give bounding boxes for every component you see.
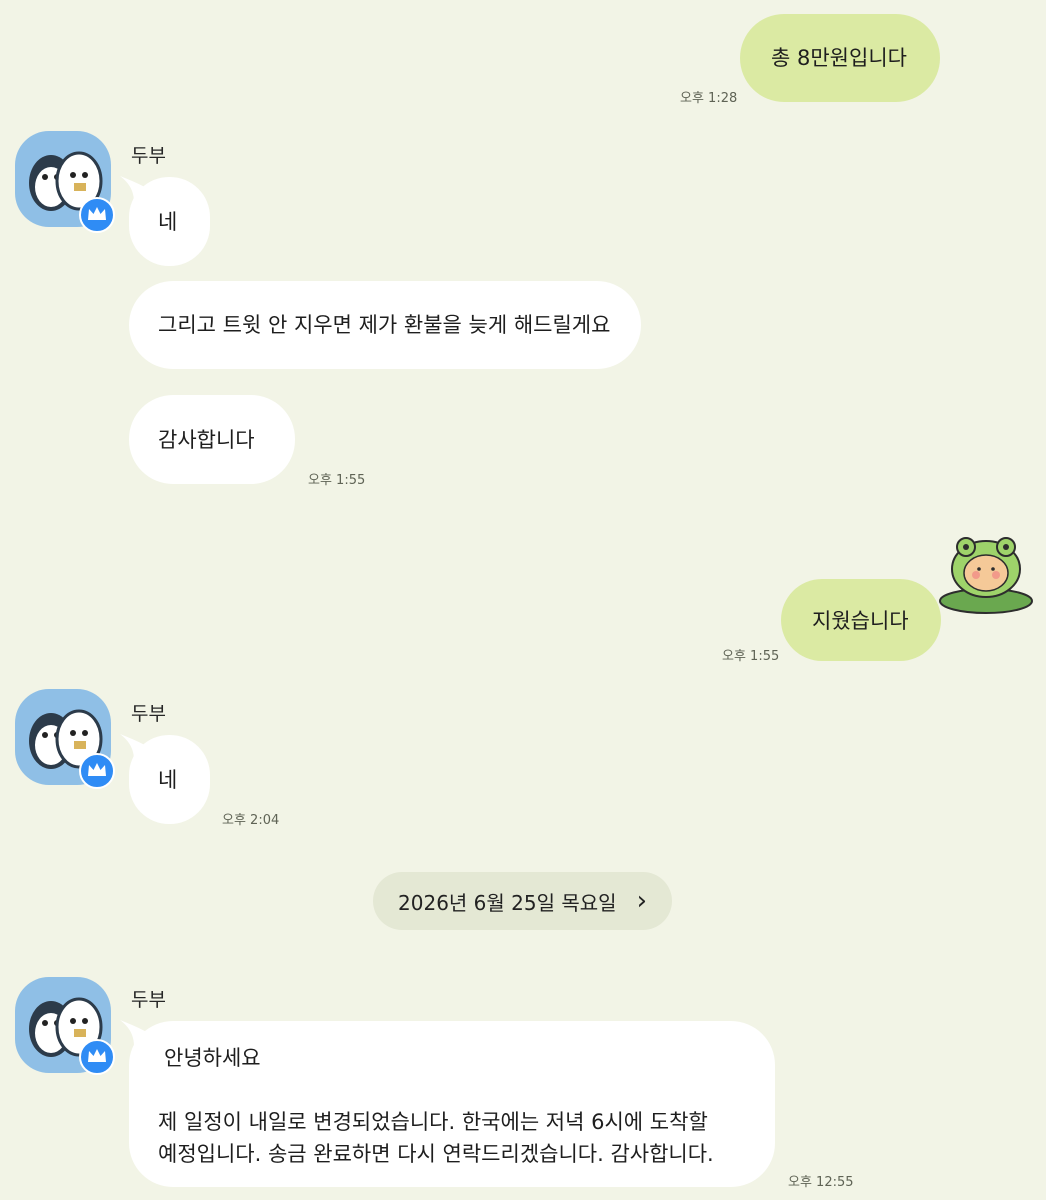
- message-text: 총 8만원입니다: [771, 46, 907, 70]
- frog-hood-bear-sticker-icon: [939, 537, 1033, 614]
- message-time: 오후 1:55: [722, 649, 780, 664]
- sender-avatar[interactable]: [15, 689, 115, 789]
- incoming-message-bubble[interactable]: 네: [129, 735, 210, 824]
- incoming-message-bubble[interactable]: 네: [129, 177, 210, 266]
- sender-name: 두부: [131, 989, 166, 1011]
- message-time: 오후 12:55: [788, 1175, 854, 1190]
- message-text: 네: [158, 768, 178, 792]
- message-text: 그리고 트윗 안 지우면 제가 환불을 늦게 해드릴게요: [158, 313, 611, 337]
- message-text: 네: [158, 210, 178, 234]
- message-time: 오후 2:04: [222, 813, 280, 828]
- sender-avatar[interactable]: [15, 977, 115, 1075]
- message-line: 안녕하세요: [164, 1046, 261, 1070]
- outgoing-message-bubble[interactable]: 지웠습니다: [781, 579, 941, 661]
- message-time: 오후 1:55: [308, 473, 366, 488]
- date-divider[interactable]: 2026년 6월 25일 목요일 ›: [373, 872, 672, 930]
- chevron-right-icon: ›: [636, 886, 647, 916]
- incoming-message-bubble[interactable]: 그리고 트윗 안 지우면 제가 환불을 늦게 해드릴게요: [129, 281, 641, 369]
- message-line: 예정입니다. 송금 완료하면 다시 연락드리겠습니다. 감사합니다.: [158, 1142, 714, 1166]
- message-text: 감사합니다: [158, 428, 255, 452]
- sender-name: 두부: [131, 703, 166, 725]
- incoming-message-bubble[interactable]: 안녕하세요 제 일정이 내일로 변경되었습니다. 한국에는 저녁 6시에 도착할…: [129, 1021, 775, 1187]
- message-text: 지웠습니다: [812, 609, 909, 633]
- sender-name: 두부: [131, 145, 166, 167]
- crown-icon: [79, 753, 115, 789]
- crown-icon: [79, 1039, 115, 1075]
- outgoing-message-bubble[interactable]: 총 8만원입니다: [740, 14, 940, 102]
- date-label: 2026년 6월 25일 목요일: [398, 890, 617, 915]
- message-line: 제 일정이 내일로 변경되었습니다. 한국에는 저녁 6시에 도착할: [158, 1110, 708, 1134]
- message-time: 오후 1:28: [680, 91, 738, 106]
- incoming-message-bubble[interactable]: 감사합니다: [129, 395, 295, 484]
- sender-avatar[interactable]: [15, 131, 115, 233]
- crown-icon: [79, 197, 115, 233]
